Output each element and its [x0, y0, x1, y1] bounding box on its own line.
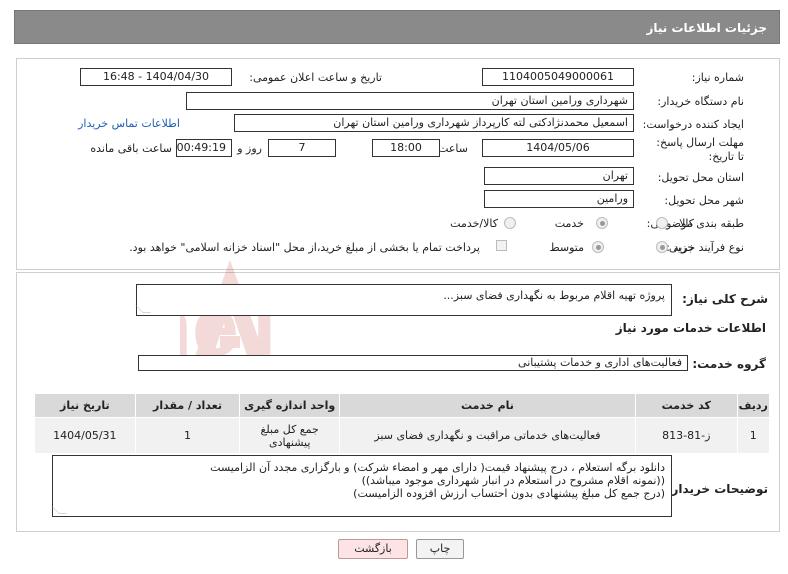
deadline-date-field[interactable]: 1404/05/06 [482, 139, 634, 157]
category-radio-service[interactable] [596, 217, 608, 229]
col-service-code: کد خدمت [634, 393, 738, 418]
deadline-label: مهلت ارسال پاسخ: تا تاریخ: [656, 136, 744, 163]
cell-service-code: ز-81-813 [634, 417, 738, 454]
page-title: جزئیات اطلاعات نیاز [646, 21, 767, 35]
summary-text: پروژه تهیه اقلام مربوط به نگهداری فضای س… [443, 289, 665, 302]
province-field[interactable]: تهران [484, 167, 634, 185]
deadline-time-label: ساعت [438, 142, 468, 155]
city-label: شهر محل تحویل: [664, 194, 744, 207]
col-row-number: ردیف [736, 393, 771, 418]
creator-field[interactable]: اسمعیل محمدنژادکتی لته کارپرداز شهرداری … [234, 114, 634, 132]
deadline-time-field[interactable]: 18:00 [372, 139, 440, 157]
creator-label: ایجاد کننده درخواست: [642, 118, 744, 131]
announce-field[interactable]: 1404/04/30 - 16:48 [80, 68, 232, 86]
resize-grip-icon[interactable] [135, 305, 151, 313]
cell-quantity: 1 [134, 417, 241, 454]
need-details-panel [16, 58, 780, 270]
services-table: ردیف کد خدمت نام خدمت واحد اندازه گیری ت… [34, 393, 771, 454]
cell-need-date: 1404/05/31 [34, 417, 136, 454]
print-button[interactable]: چاپ [416, 539, 464, 559]
buyer-notes-textarea[interactable]: دانلود برگه استعلام ، درج پیشنهاد قیمت( … [51, 455, 672, 517]
treasury-payment-note: پرداخت تمام یا بخشی از مبلغ خرید،از محل … [129, 241, 480, 254]
days-label: روز و [237, 142, 262, 155]
summary-label: شرح کلی نیاز: [682, 292, 768, 306]
purchase-option-medium: متوسط [549, 241, 584, 254]
back-button[interactable]: بازگشت [338, 539, 408, 559]
buyer-org-field[interactable]: شهرداری ورامین استان تهران [186, 92, 634, 110]
days-field[interactable]: 7 [268, 139, 336, 157]
category-option-goods-service: کالا/خدمت [450, 217, 498, 230]
summary-textarea[interactable]: پروژه تهیه اقلام مربوط به نگهداری فضای س… [135, 284, 672, 316]
col-need-date: تاریخ نیاز [34, 393, 136, 418]
table-row: 1 ز-81-813 فعالیت‌های خدماتی مراقبت و نگ… [34, 417, 771, 454]
category-radio-goods-service[interactable] [504, 217, 516, 229]
contact-buyer-link[interactable]: اطلاعات تماس خریدار [78, 117, 180, 130]
col-unit: واحد اندازه گیری [239, 393, 340, 418]
treasury-payment-checkbox[interactable] [496, 240, 507, 251]
category-option-service: خدمت [554, 217, 584, 230]
buyer-notes-line: ((نمونه اقلام مشروح در استعلام در انبار … [361, 474, 665, 487]
buyer-notes-label: توضیحات خریدار: [666, 482, 768, 496]
service-group-field[interactable]: فعالیت‌های اداری و خدمات پشتیبانی [138, 355, 688, 371]
resize-grip-icon[interactable] [51, 506, 67, 514]
remaining-time-field[interactable]: 00:49:19 [176, 139, 232, 157]
cell-row-number: 1 [736, 417, 771, 454]
announce-label: تاریخ و ساعت اعلان عمومی: [249, 71, 382, 84]
category-option-goods: کالا [679, 217, 694, 230]
col-service-name: نام خدمت [339, 393, 636, 418]
category-radio-goods[interactable] [656, 217, 668, 229]
col-quantity: تعداد / مقدار [134, 393, 241, 418]
city-field[interactable]: ورامین [484, 190, 634, 208]
need-number-label: شماره نیاز: [691, 71, 744, 84]
purchase-radio-minor[interactable] [656, 241, 668, 253]
page-header: جزئیات اطلاعات نیاز [14, 10, 780, 44]
cell-service-name: فعالیت‌های خدماتی مراقبت و نگهداری فضای … [339, 417, 636, 454]
services-table-header: ردیف کد خدمت نام خدمت واحد اندازه گیری ت… [34, 393, 771, 418]
service-group-label: گروه خدمت: [692, 357, 766, 371]
cell-unit: جمع کل مبلغ پیشنهادی [239, 417, 340, 454]
purchase-radio-medium[interactable] [592, 241, 604, 253]
buyer-notes-line: دانلود برگه استعلام ، درج پیشنهاد قیمت( … [210, 461, 665, 474]
need-number-field[interactable]: 1104005049000061 [482, 68, 634, 86]
services-section-title: اطلاعات خدمات مورد نیاز [615, 321, 766, 335]
province-label: استان محل تحویل: [657, 171, 744, 184]
purchase-option-minor: جزیی [668, 241, 694, 254]
remaining-label: ساعت باقی مانده [90, 142, 172, 155]
buyer-org-label: نام دستگاه خریدار: [657, 95, 744, 108]
buyer-notes-line: (درج جمع کل مبلغ پیشنهادی بدون احتساب ار… [353, 487, 665, 500]
